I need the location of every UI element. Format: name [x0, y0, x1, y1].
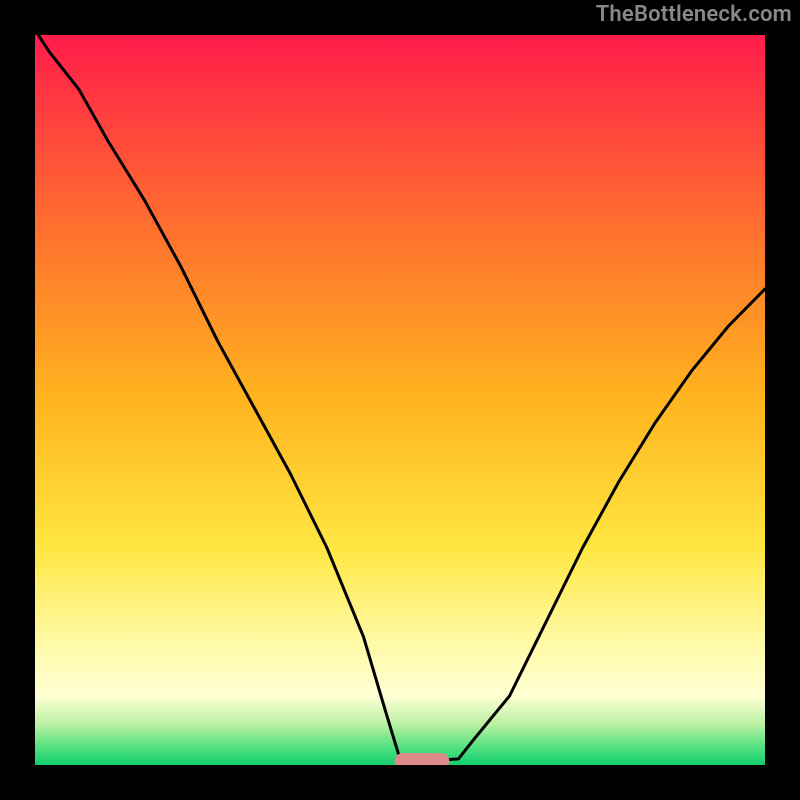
chart-frame: TheBottleneck.com: [0, 0, 800, 800]
plot-background: [35, 30, 765, 770]
bottleneck-chart: [0, 0, 800, 800]
